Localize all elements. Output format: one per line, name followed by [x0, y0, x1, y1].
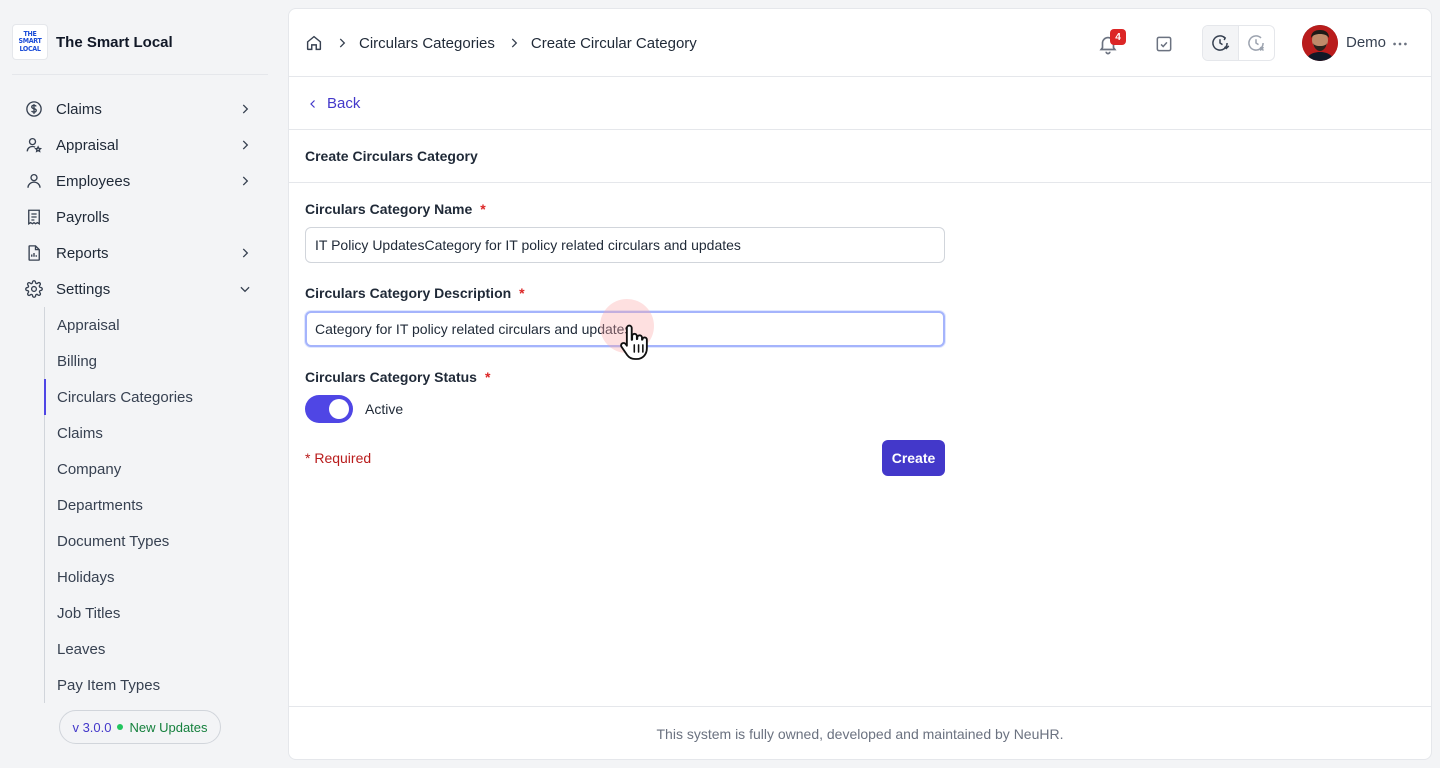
back-link[interactable]: Back [307, 95, 360, 112]
sidebar-item-label: Claims [56, 100, 102, 118]
version-pill[interactable]: v 3.0.0 New Updates [59, 710, 221, 744]
sidebar-item-payrolls[interactable]: Payrolls [24, 199, 264, 235]
status-field-label: Circulars Category Status * [305, 369, 490, 385]
user-name[interactable]: Demo [1346, 34, 1386, 51]
home-icon[interactable] [305, 34, 323, 52]
status-text: Active [365, 401, 404, 417]
footer: This system is fully owned, developed an… [289, 706, 1431, 761]
notification-badge: 4 [1110, 29, 1126, 45]
category-name-input[interactable] [305, 227, 945, 263]
brand-name: The Smart Local [56, 33, 173, 51]
description-label-text: Circulars Category Description [305, 285, 512, 301]
sidebar: THE SMART LOCAL The Smart Local Claims A… [0, 0, 288, 768]
sidebar-item-label: Employees [56, 172, 131, 190]
status-toggle[interactable] [305, 395, 353, 423]
breadcrumb: Circulars Categories Create Circular Cat… [305, 33, 697, 53]
chevron-right-icon [242, 176, 249, 186]
sidebar-item-label: Appraisal [56, 136, 119, 154]
submenu-guide-line [44, 307, 45, 703]
toggle-knob [329, 399, 349, 419]
clock-in-button[interactable] [1203, 26, 1239, 60]
submenu-item-job-titles[interactable]: Job Titles [57, 595, 120, 631]
submenu-active-indicator [44, 379, 46, 415]
topbar: Circulars Categories Create Circular Cat… [289, 9, 1431, 77]
chevron-down-icon [240, 286, 250, 293]
submenu-item-appraisal[interactable]: Appraisal [57, 307, 120, 343]
file-chart-icon [24, 243, 44, 263]
name-label-text: Circulars Category Name [305, 201, 473, 217]
category-description-input[interactable] [305, 311, 945, 347]
clock-out-button[interactable] [1239, 26, 1275, 60]
sidebar-item-label: Settings [56, 280, 111, 298]
chevron-right-icon [242, 140, 249, 150]
sidebar-item-label: Reports [56, 244, 109, 262]
description-field-label: Circulars Category Description * [305, 285, 525, 301]
user-photo-icon [1302, 25, 1338, 61]
required-note: * Required [305, 450, 372, 466]
main-panel: Circulars Categories Create Circular Cat… [288, 8, 1432, 760]
chevron-right-icon [242, 104, 249, 114]
chevron-right-icon [511, 38, 518, 48]
new-updates-text: New Updates [129, 719, 208, 735]
clock-toggle-group [1202, 25, 1275, 61]
back-row: Back [289, 77, 1431, 130]
create-button[interactable]: Create [882, 440, 945, 476]
form-title: Create Circulars Category [305, 148, 478, 164]
submenu-item-holidays[interactable]: Holidays [57, 559, 115, 595]
required-star: * [484, 369, 491, 385]
sidebar-item-label: Payrolls [56, 208, 110, 226]
more-horizontal-icon[interactable] [1390, 34, 1410, 54]
submenu-item-pay-item-types[interactable]: Pay Item Types [57, 667, 160, 703]
brand-logo: THE SMART LOCAL [12, 24, 48, 60]
footer-text: This system is fully owned, developed an… [656, 726, 1064, 742]
task-check-icon[interactable] [1154, 34, 1174, 54]
chevron-right-icon [242, 248, 249, 258]
breadcrumb-item-circulars-categories[interactable]: Circulars Categories [359, 35, 495, 52]
required-star: * [480, 201, 486, 217]
status-label-text: Circulars Category Status [305, 369, 477, 385]
submenu-item-leaves[interactable]: Leaves [57, 631, 105, 667]
submenu-item-document-types[interactable]: Document Types [57, 523, 169, 559]
submenu-item-circulars-categories[interactable]: Circulars Categories [57, 379, 193, 415]
submenu-item-billing[interactable]: Billing [57, 343, 97, 379]
version-text: v 3.0.0 [72, 719, 112, 735]
breadcrumb-item-current: Create Circular Category [530, 34, 697, 52]
receipt-icon [24, 207, 44, 227]
chevron-left-icon [310, 99, 315, 108]
sidebar-item-appraisal[interactable]: Appraisal [24, 127, 264, 163]
back-label: Back [327, 95, 361, 112]
submenu-item-departments[interactable]: Departments [57, 487, 143, 523]
submenu-item-company[interactable]: Company [57, 451, 121, 487]
brand[interactable]: THE SMART LOCAL The Smart Local [12, 24, 173, 60]
avatar[interactable] [1302, 25, 1338, 61]
clock-out-icon [1248, 35, 1265, 52]
user-icon [24, 171, 44, 191]
required-star: * [519, 285, 525, 301]
logo-line-3: LOCAL [19, 44, 41, 53]
status-dot-icon [117, 724, 124, 730]
submenu-item-claims[interactable]: Claims [57, 415, 103, 451]
sidebar-item-reports[interactable]: Reports [24, 235, 264, 271]
user-star-icon [24, 135, 44, 155]
form-header: Create Circulars Category [289, 130, 1431, 183]
sidebar-item-employees[interactable]: Employees [24, 163, 264, 199]
clock-in-icon [1212, 35, 1230, 51]
brand-divider [12, 74, 268, 75]
dollar-circle-icon [24, 99, 44, 119]
sidebar-item-claims[interactable]: Claims [24, 91, 264, 127]
name-field-label: Circulars Category Name * [305, 201, 486, 217]
sidebar-item-settings[interactable]: Settings [24, 271, 264, 307]
gear-icon [24, 279, 44, 299]
chevron-right-icon [339, 38, 346, 48]
